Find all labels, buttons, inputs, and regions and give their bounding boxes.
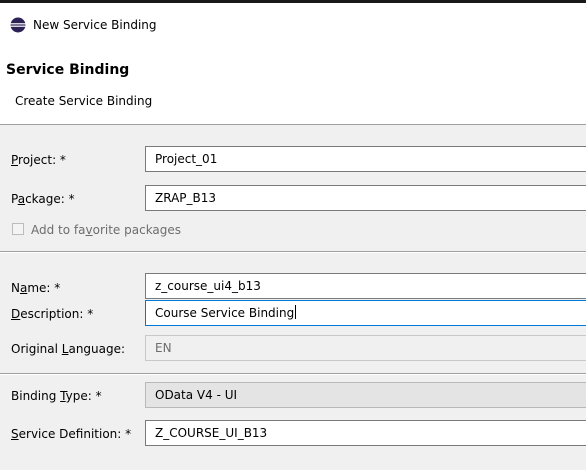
description-input[interactable]: Course Service Binding (145, 300, 586, 326)
binding-type-label: Binding Type: * (11, 389, 102, 403)
name-input[interactable]: z_course_ui4_b13 (145, 273, 586, 299)
page-title: Service Binding (6, 62, 130, 78)
text-caret (295, 305, 297, 319)
description-label: Description: * (11, 307, 94, 321)
wizard-header: Service Binding Create Service Binding (0, 44, 586, 124)
page-description: Create Service Binding (15, 94, 153, 108)
favorite-checkbox-label: Add to favorite packages (31, 223, 182, 237)
section-divider-1 (0, 251, 586, 253)
favorite-checkbox[interactable] (12, 223, 24, 235)
title-bar: New Service Binding (0, 3, 586, 44)
project-value: Project_01 (155, 152, 218, 166)
package-input[interactable]: ZRAP_B13 (145, 185, 586, 211)
service-definition-value: Z_COURSE_UI_B13 (155, 426, 268, 440)
project-label: Project: * (11, 153, 66, 167)
service-definition-label: Service Definition: * (11, 427, 132, 441)
binding-type-value: OData V4 - UI (155, 388, 238, 402)
form-area: Project: * Project_01 Package: * ZRAP_B1… (0, 125, 586, 470)
eclipse-icon (10, 17, 26, 33)
original-language-label: Original Language: (11, 342, 126, 356)
section-divider-2 (0, 373, 586, 375)
service-definition-input[interactable]: Z_COURSE_UI_B13 (145, 420, 586, 446)
package-label: Package: * (11, 192, 75, 206)
window-title: New Service Binding (33, 18, 157, 32)
original-language-input: EN (145, 335, 586, 361)
project-input[interactable]: Project_01 (145, 146, 586, 172)
original-language-value: EN (155, 341, 172, 355)
package-value: ZRAP_B13 (155, 191, 217, 205)
name-label: Name: * (11, 281, 61, 295)
description-value: Course Service Binding (155, 306, 295, 320)
name-value: z_course_ui4_b13 (155, 279, 261, 293)
binding-type-select[interactable]: OData V4 - UI (145, 382, 586, 408)
